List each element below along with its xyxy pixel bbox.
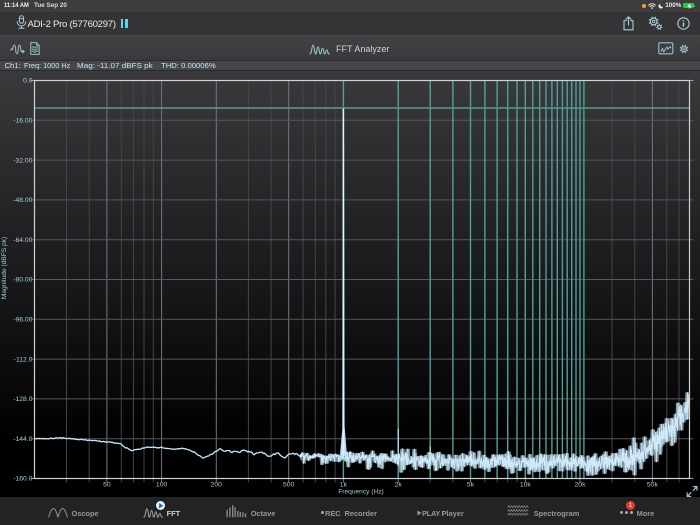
svg-text:100: 100 [156, 482, 168, 489]
svg-text:10k: 10k [520, 482, 532, 489]
svg-text:-96.00: -96.00 [13, 317, 32, 324]
svg-text:2k: 2k [395, 482, 403, 489]
svg-text:Magnitude (dBFS pk): Magnitude (dBFS pk) [1, 237, 8, 299]
svg-text:-80.00: -80.00 [13, 277, 32, 284]
svg-text:-112.0: -112.0 [14, 356, 33, 363]
svg-text:20k: 20k [575, 482, 587, 489]
svg-text:-64.00: -64.00 [13, 237, 32, 244]
svg-text:5k: 5k [467, 482, 475, 489]
svg-text:50: 50 [103, 482, 111, 489]
svg-text:500: 500 [283, 482, 295, 489]
svg-text:50k: 50k [647, 482, 659, 489]
svg-text:0.0: 0.0 [23, 78, 33, 85]
svg-text:-128.0: -128.0 [13, 396, 32, 403]
svg-text:-16.00: -16.00 [13, 118, 32, 125]
svg-text:-48.00: -48.00 [13, 197, 32, 204]
svg-text:-32.00: -32.00 [13, 157, 32, 164]
svg-text:-160.0: -160.0 [13, 476, 32, 483]
svg-text:1k: 1k [340, 482, 348, 489]
svg-text:Frequency (Hz): Frequency (Hz) [338, 489, 383, 496]
svg-text:200: 200 [211, 482, 223, 489]
svg-text:-144.0: -144.0 [13, 436, 32, 443]
